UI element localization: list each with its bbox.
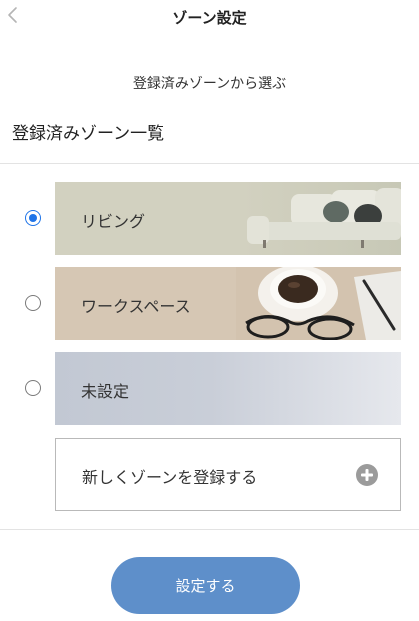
- radio-workspace[interactable]: [25, 295, 41, 311]
- zone-option-living[interactable]: リビング: [0, 182, 419, 255]
- divider: [0, 529, 419, 530]
- zone-option-unset[interactable]: 未設定: [0, 352, 419, 425]
- zone-label-workspace: ワークスペース: [81, 297, 191, 316]
- zone-label-living: リビング: [81, 212, 146, 231]
- header-bar: ゾーン設定: [0, 0, 419, 36]
- add-zone-label: 新しくゾーンを登録する: [82, 468, 258, 487]
- coffee-glasses-image: [236, 267, 401, 340]
- sofa-image: [241, 182, 401, 255]
- divider: [0, 163, 419, 164]
- radio-unset[interactable]: [25, 380, 41, 396]
- add-zone-button[interactable]: 新しくゾーンを登録する: [55, 438, 401, 511]
- radio-living[interactable]: [25, 210, 41, 226]
- subtitle: 登録済みゾーンから選ぶ: [132, 76, 287, 92]
- zone-card-unset[interactable]: 未設定: [55, 352, 401, 425]
- section-title: 登録済みゾーン一覧: [12, 124, 165, 144]
- plus-circle-icon: [356, 464, 378, 486]
- zone-option-workspace[interactable]: ワークスペース: [0, 267, 419, 340]
- page-title: ゾーン設定: [172, 9, 247, 27]
- zone-label-unset: 未設定: [81, 382, 130, 401]
- zone-card-living[interactable]: リビング: [55, 182, 401, 255]
- submit-button[interactable]: 設定する: [111, 557, 300, 614]
- zone-card-workspace[interactable]: ワークスペース: [55, 267, 401, 340]
